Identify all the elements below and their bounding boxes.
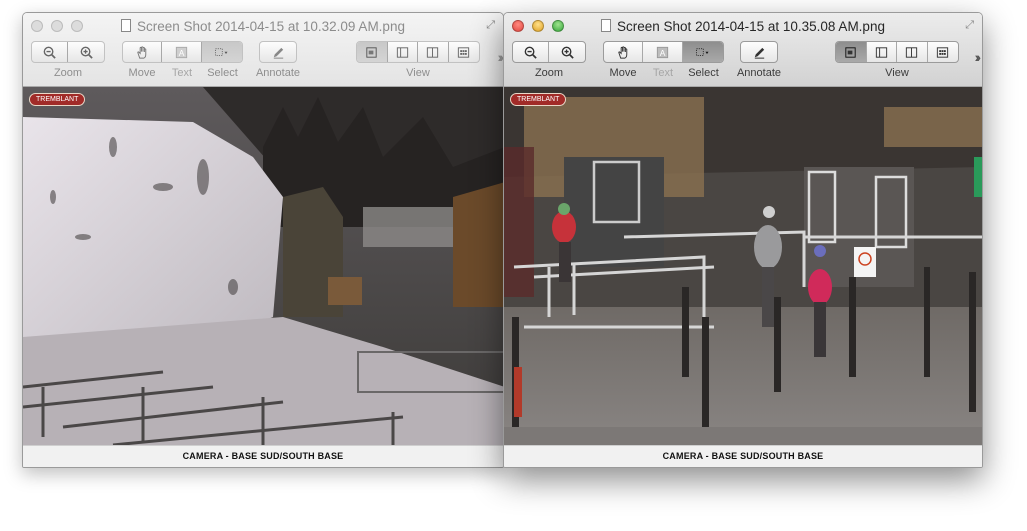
svg-text:A: A	[179, 47, 185, 57]
view-sidebar-right-button[interactable]	[418, 42, 449, 62]
text-tool-button[interactable]: A	[643, 42, 683, 62]
contact-sheet-icon	[937, 46, 949, 58]
view-single-button[interactable]	[836, 42, 867, 62]
zoom-in-button[interactable]	[549, 42, 585, 62]
annotate-button[interactable]	[741, 42, 777, 62]
hand-icon	[137, 45, 146, 59]
sidebar-icon	[396, 46, 408, 58]
text-label: Text	[171, 67, 193, 79]
sidebar-right-icon	[906, 46, 918, 58]
zoom-out-button[interactable]	[32, 42, 69, 62]
move-tool-button[interactable]	[604, 42, 644, 62]
view-sidebar-button[interactable]	[388, 42, 418, 62]
zoom-group: Zoom	[512, 41, 586, 79]
window-title-text: Screen Shot 2014-04-15 at 10.32.09 AM.pn…	[137, 19, 405, 34]
tool-group: A Move Text Select	[603, 41, 724, 79]
annotate-button[interactable]	[260, 42, 296, 62]
view-group: View	[835, 41, 959, 79]
zoom-in-icon	[80, 46, 93, 59]
view-single-button[interactable]	[357, 42, 388, 62]
annotate-label: Annotate	[255, 67, 301, 79]
zoom-out-icon	[524, 46, 537, 59]
annotate-label: Annotate	[736, 67, 782, 79]
svg-text:A: A	[660, 47, 666, 57]
titlebar[interactable]: Screen Shot 2014-04-15 at 10.32.09 AM.pn…	[23, 13, 503, 87]
webcam-image-snowy-slope	[23, 87, 503, 445]
document-icon[interactable]	[601, 19, 612, 32]
image-caption: CAMERA - BASE SUD/SOUTH BASE	[23, 445, 503, 467]
toolbar: Zoom A Move Text Select Annotate View ››	[504, 41, 982, 85]
image-content: TREMBLANT	[23, 87, 503, 445]
sidebar-icon	[875, 46, 887, 58]
zoom-label: Zoom	[53, 67, 83, 79]
contact-sheet-icon	[458, 46, 470, 58]
move-label: Move	[609, 67, 637, 79]
hand-icon	[618, 45, 627, 59]
text-tool-icon: A	[656, 46, 669, 58]
annotate-group: Annotate	[737, 41, 781, 79]
tool-group: A Move Text Select	[122, 41, 243, 79]
toolbar-overflow-icon[interactable]: ››	[975, 49, 982, 65]
tremblant-logo: TREMBLANT	[510, 93, 567, 106]
pencil-icon	[754, 47, 764, 59]
webcam-image-lift-base	[504, 87, 982, 445]
zoom-group: Zoom	[31, 41, 105, 79]
fullscreen-icon[interactable]: ⤢	[486, 19, 495, 32]
image-caption: CAMERA - BASE SUD/SOUTH BASE	[504, 445, 982, 467]
rect-select-icon	[215, 47, 228, 56]
view-sidebar-button[interactable]	[867, 42, 897, 62]
view-contact-sheet-button[interactable]	[449, 42, 479, 62]
view-sidebar-right-button[interactable]	[897, 42, 928, 62]
zoom-in-icon	[561, 46, 574, 59]
view-contact-sheet-button[interactable]	[928, 42, 958, 62]
zoom-in-button[interactable]	[68, 42, 104, 62]
select-tool-button[interactable]	[682, 42, 723, 62]
document-icon[interactable]	[121, 19, 132, 32]
window-title: Screen Shot 2014-04-15 at 10.35.08 AM.pn…	[504, 19, 982, 34]
text-tool-icon: A	[175, 46, 188, 58]
window-title-text: Screen Shot 2014-04-15 at 10.35.08 AM.pn…	[617, 19, 885, 34]
sidebar-right-icon	[427, 46, 439, 58]
zoom-out-button[interactable]	[513, 42, 550, 62]
preview-window-front[interactable]: Screen Shot 2014-04-15 at 10.35.08 AM.pn…	[503, 12, 983, 468]
select-label: Select	[207, 67, 238, 79]
zoom-label: Zoom	[534, 67, 564, 79]
text-tool-button[interactable]: A	[162, 42, 202, 62]
image-content: TREMBLANT	[504, 87, 982, 445]
fullscreen-icon[interactable]: ⤢	[965, 19, 974, 32]
rect-select-icon	[696, 47, 709, 56]
titlebar[interactable]: Screen Shot 2014-04-15 at 10.35.08 AM.pn…	[504, 13, 982, 87]
annotate-group: Annotate	[256, 41, 300, 79]
single-page-icon	[366, 46, 377, 58]
move-label: Move	[128, 67, 156, 79]
select-label: Select	[688, 67, 719, 79]
toolbar: Zoom A Move Text Select Annotate View ››	[23, 41, 503, 85]
text-label: Text	[652, 67, 674, 79]
view-label: View	[406, 67, 430, 79]
window-title: Screen Shot 2014-04-15 at 10.32.09 AM.pn…	[23, 19, 503, 34]
preview-window-back[interactable]: Screen Shot 2014-04-15 at 10.32.09 AM.pn…	[22, 12, 504, 468]
move-tool-button[interactable]	[123, 42, 163, 62]
toolbar-overflow-icon[interactable]: ››	[498, 49, 503, 65]
select-tool-button[interactable]	[201, 42, 242, 62]
view-label: View	[885, 67, 909, 79]
view-group: View	[356, 41, 480, 79]
pencil-icon	[273, 47, 283, 59]
zoom-out-icon	[43, 46, 56, 59]
single-page-icon	[845, 46, 856, 58]
tremblant-logo: TREMBLANT	[29, 93, 86, 106]
